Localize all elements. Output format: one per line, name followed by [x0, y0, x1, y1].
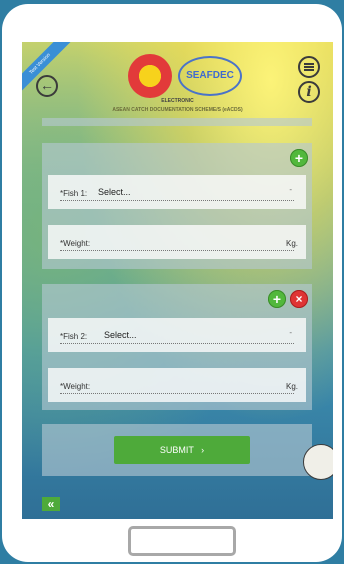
add-fish-button[interactable]: + [268, 290, 286, 308]
submit-label: SUBMIT [159, 445, 194, 455]
fish-label: *Fish 2: [60, 332, 88, 341]
app-title-line1: ELECTRONIC [161, 98, 194, 104]
phone-frame: Test Version ← SEAFDEC i ELECTRONIC ASEA… [2, 4, 342, 562]
weight-label: *Weight: [60, 239, 91, 248]
fish-select-row-2[interactable]: *Fish 2: Select... - [48, 318, 306, 352]
weight-label: *Weight: [60, 382, 91, 391]
fish-select[interactable]: Select... [104, 330, 137, 340]
fish-select-row-1[interactable]: *Fish 1: Select... - [48, 175, 306, 209]
dropdown-caret-icon: - [289, 185, 292, 194]
weight-input[interactable] [60, 250, 294, 251]
field-underline [60, 343, 294, 344]
fish-label: *Fish 1: [60, 189, 88, 198]
home-button[interactable] [128, 526, 236, 556]
seafdec-logo: SEAFDEC [178, 56, 242, 96]
weight-unit: Kg. [285, 239, 298, 248]
weight-row-2[interactable]: *Weight: Kg. [48, 368, 306, 402]
chevron-right-icon: › [201, 445, 205, 455]
add-fish-button[interactable]: + [290, 149, 308, 167]
fish-entry-panel-2: + × *Fish 2: Select... - *Weight: Kg. [42, 284, 312, 410]
back-arrow-icon[interactable]: ← [36, 75, 58, 97]
remove-fish-button[interactable]: × [290, 290, 308, 308]
floating-action-icon[interactable] [303, 444, 333, 480]
weight-row-1[interactable]: *Weight: Kg. [48, 225, 306, 259]
asean-logo [128, 54, 172, 98]
weight-input[interactable] [60, 393, 294, 394]
menu-icon[interactable] [298, 56, 320, 78]
previous-entry-panel [42, 118, 312, 126]
submit-button[interactable]: SUBMIT › [114, 436, 250, 464]
field-underline [60, 200, 294, 201]
app-screen: Test Version ← SEAFDEC i ELECTRONIC ASEA… [22, 42, 333, 519]
fish-entry-panel-1: + *Fish 1: Select... - *Weight: Kg. [42, 143, 312, 269]
dropdown-caret-icon: - [289, 328, 292, 337]
app-title-line2: ASEAN CATCH DOCUMENTATION SCHEME/S (eACD… [112, 107, 243, 113]
fish-select[interactable]: Select... [98, 187, 131, 197]
weight-unit: Kg. [285, 382, 298, 391]
collapse-icon[interactable]: « [42, 497, 60, 511]
